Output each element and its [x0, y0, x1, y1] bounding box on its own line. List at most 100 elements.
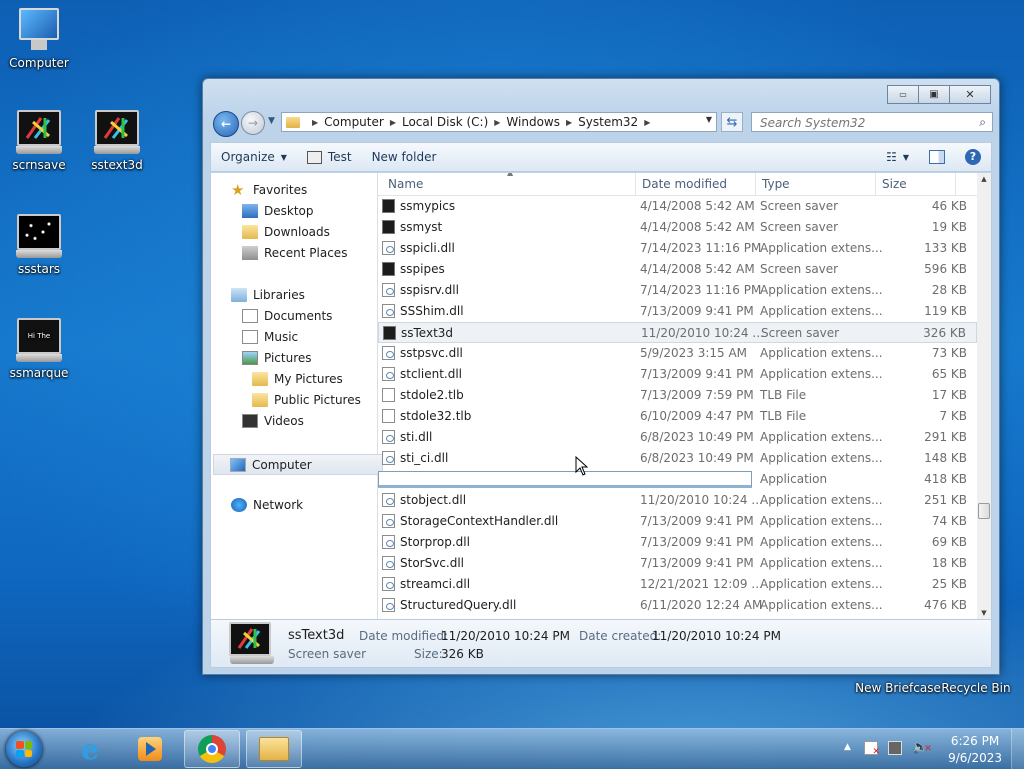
breadcrumb-system32[interactable]: System32 [578, 115, 638, 129]
file-row[interactable]: stdole2.tlb 7/13/2009 7:59 PM TLB File 17 K… [378, 385, 977, 406]
column-divider[interactable] [875, 173, 876, 195]
change-view-button[interactable]: ☷ ▼ [876, 150, 919, 164]
column-divider[interactable] [755, 173, 756, 195]
desktop-icon-ssstars[interactable]: ssstars [0, 214, 81, 276]
rename-input[interactable] [378, 471, 752, 488]
show-desktop-button[interactable] [1011, 729, 1024, 769]
maximize-icon: ▣ [929, 89, 939, 100]
column-header-type[interactable]: Type [762, 177, 790, 191]
file-row[interactable]: StorageContextHandler.dll 7/13/2009 9:41 … [378, 511, 977, 532]
taskbar-chrome[interactable] [184, 730, 240, 768]
nav-my-pictures[interactable]: My Pictures [252, 372, 343, 386]
taskbar-windows-explorer[interactable] [246, 730, 302, 768]
column-header-name[interactable]: Name [388, 177, 423, 191]
recent-pages-dropdown[interactable]: ▼ [268, 116, 275, 126]
start-button[interactable] [6, 731, 42, 767]
refresh-button[interactable]: ⇆ [721, 112, 743, 132]
file-name: SSShim.dll [400, 304, 464, 318]
nav-network[interactable]: Network [231, 498, 303, 512]
action-center-icon[interactable]: ✕ [864, 741, 880, 757]
nav-pictures[interactable]: Pictures [242, 351, 312, 365]
breadcrumb-windows[interactable]: Windows [506, 115, 560, 129]
file-row[interactable]: sti.dll 6/8/2023 10:49 PM Application exte… [378, 427, 977, 448]
file-row[interactable]: streamci.dll 12/21/2021 12:09 ... Applicat… [378, 574, 977, 595]
nav-music[interactable]: Music [242, 330, 298, 344]
file-row[interactable]: ssmyst 4/14/2008 5:42 AM Screen saver 19 KB [378, 217, 977, 238]
volume-muted-icon[interactable]: 🔈✕ [912, 740, 932, 755]
breadcrumb-arrow-icon[interactable]: ▶ [644, 118, 650, 127]
nav-computer[interactable]: Computer [213, 454, 383, 475]
column-divider[interactable] [955, 173, 956, 195]
search-icon[interactable]: ⌕ [979, 115, 986, 130]
file-row-renaming[interactable]: Application 418 KB [378, 469, 977, 490]
breadcrumb-arrow-icon[interactable]: ▶ [390, 118, 396, 127]
desktop-icon-recycle-bin[interactable]: Recycle Bin [936, 681, 1016, 695]
nav-recent-places[interactable]: Recent Places [242, 246, 347, 260]
breadcrumb-arrow-icon[interactable]: ▶ [312, 118, 318, 127]
file-row[interactable]: sspipes 4/14/2008 5:42 AM Screen saver 596 … [378, 259, 977, 280]
network-status-icon[interactable] [888, 741, 902, 755]
nav-documents[interactable]: Documents [242, 309, 332, 323]
file-row[interactable]: stclient.dll 7/13/2009 9:41 PM Application… [378, 364, 977, 385]
breadcrumb-computer[interactable]: Computer [324, 115, 384, 129]
help-button[interactable]: ? [955, 149, 991, 165]
file-row[interactable]: stobject.dll 11/20/2010 10:24 ... Applicat… [378, 490, 977, 511]
clock[interactable]: 6:26 PM 9/6/2023 [948, 733, 1002, 767]
address-bar[interactable]: ▶ Computer ▶ Local Disk (C:) ▶ Windows ▶… [281, 112, 717, 132]
desktop-icon-computer[interactable]: Computer [0, 8, 81, 70]
address-dropdown-icon[interactable]: ▼ [706, 115, 712, 124]
nav-desktop[interactable]: Desktop [242, 204, 314, 218]
marquee-icon: Hi The [16, 318, 62, 362]
minimize-button[interactable]: ▭ [887, 85, 919, 104]
show-hidden-icons-icon[interactable]: ▲ [844, 742, 851, 752]
scroll-down-icon[interactable]: ▼ [977, 609, 991, 617]
desktop-icon-ssmarque[interactable]: Hi The ssmarque [0, 318, 81, 380]
taskbar: e ▲ ✕ 🔈✕ 6:26 PM 9/6/2023 [0, 728, 1024, 769]
breadcrumb-arrow-icon[interactable]: ▶ [566, 118, 572, 127]
file-row[interactable]: sstpsvc.dll 5/9/2023 3:15 AM Application e… [378, 343, 977, 364]
desktop-icon-new-briefcase[interactable]: New Briefcase [855, 681, 941, 695]
desktop-icon-scrnsave[interactable]: scrnsave [0, 110, 81, 172]
file-row[interactable]: SSShim.dll 7/13/2009 9:41 PM Application e… [378, 301, 977, 322]
nav-videos[interactable]: Videos [242, 414, 304, 428]
breadcrumb-arrow-icon[interactable]: ▶ [494, 118, 500, 127]
breadcrumb-local-disk[interactable]: Local Disk (C:) [402, 115, 488, 129]
explorer-window[interactable]: ▭ ▣ ✕ ← → ▼ ▶ Computer ▶ Local Disk (C:)… [202, 78, 1000, 675]
vertical-scrollbar[interactable]: ▲ ▼ [977, 173, 991, 619]
file-row[interactable]: ssText3d 11/20/2010 10:24 ... Screen saver… [378, 322, 977, 343]
new-folder-button[interactable]: New folder [362, 150, 447, 164]
file-size: 291 KB [924, 430, 967, 444]
scrollbar-thumb[interactable] [978, 503, 990, 519]
organize-button[interactable]: Organize ▼ [211, 150, 297, 164]
file-row[interactable]: stdole32.tlb 6/10/2009 4:47 PM TLB File 7 K… [378, 406, 977, 427]
back-arrow-icon: ← [220, 117, 232, 131]
file-row[interactable]: sspisrv.dll 7/14/2023 11:16 PM Application… [378, 280, 977, 301]
screensaver-file-icon [382, 199, 395, 213]
back-button[interactable]: ← [213, 111, 239, 137]
file-row[interactable]: StructuredQuery.dll 6/11/2020 12:24 AM App… [378, 595, 977, 616]
column-divider[interactable] [635, 173, 636, 195]
file-row[interactable]: StorSvc.dll 7/13/2009 9:41 PM Application … [378, 553, 977, 574]
search-input[interactable] [758, 115, 972, 131]
file-row[interactable]: sspicli.dll 7/14/2023 11:16 PM Application… [378, 238, 977, 259]
nav-public-pictures[interactable]: Public Pictures [252, 393, 361, 407]
desktop-icon-sstext3d[interactable]: sstext3d [75, 110, 159, 172]
close-button[interactable]: ✕ [949, 85, 991, 104]
scroll-up-icon[interactable]: ▲ [977, 175, 991, 183]
file-row[interactable]: ssmypics 4/14/2008 5:42 AM Screen saver 46 … [378, 196, 977, 217]
column-header-date[interactable]: Date modified [642, 177, 727, 191]
search-box[interactable]: ⌕ [751, 112, 993, 132]
nav-downloads[interactable]: Downloads [242, 225, 330, 239]
nav-favorites[interactable]: ★ Favorites [231, 183, 307, 198]
file-date-modified: 7/13/2009 9:41 PM [640, 514, 754, 528]
test-button[interactable]: Test [297, 150, 362, 164]
taskbar-media-player[interactable] [122, 730, 178, 768]
column-header-size[interactable]: Size [882, 177, 907, 191]
file-row[interactable]: sti_ci.dll 6/8/2023 10:49 PM Application e… [378, 448, 977, 469]
taskbar-internet-explorer[interactable]: e [62, 730, 118, 768]
nav-libraries[interactable]: Libraries [231, 288, 305, 302]
forward-button[interactable]: → [241, 111, 265, 135]
preview-pane-button[interactable] [919, 150, 955, 164]
file-row[interactable]: Storprop.dll 7/13/2009 9:41 PM Application… [378, 532, 977, 553]
maximize-button[interactable]: ▣ [918, 85, 950, 104]
